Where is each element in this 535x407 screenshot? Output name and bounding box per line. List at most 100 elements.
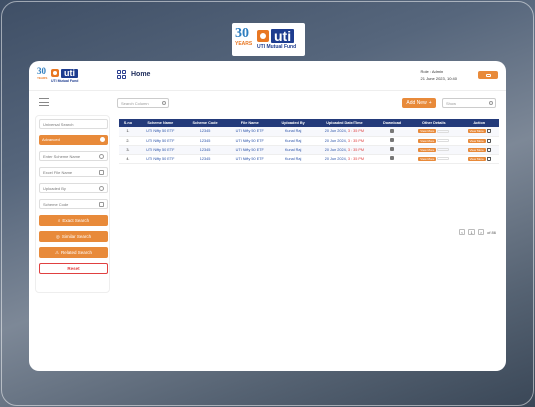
next-page-button[interactable]: > — [478, 229, 485, 235]
cell-sno: 2. — [126, 138, 130, 143]
cell-uploaded-by: Kunal Raj — [284, 138, 302, 143]
nav-home[interactable]: Home — [117, 70, 150, 79]
app-window: 30 YEARS uti UTI Mutual Fund Home Role :… — [29, 61, 506, 371]
uti-subtitle: UTI Mutual Fund — [257, 44, 297, 50]
pagination: < 1 > of 86 — [459, 229, 496, 235]
related-search-label: Related Search — [61, 250, 93, 255]
edit-icon[interactable] — [486, 156, 491, 161]
page-count-label: of 86 — [487, 229, 496, 235]
cell-scheme-name[interactable]: UTI Nifty 50 ETF — [137, 154, 184, 163]
cell-sno: 4. — [126, 156, 130, 161]
search-icon — [99, 154, 104, 159]
cell-file-name[interactable]: UTI Nifty 50 ETF — [226, 154, 273, 163]
cell-scheme-name[interactable]: UTI Nifty 50 ETF — [137, 127, 184, 136]
excel-file-name-input[interactable]: Excel File Name — [39, 167, 108, 177]
download-icon[interactable] — [390, 147, 395, 151]
cell-file-name[interactable]: UTI Nifty 50 ETF — [226, 136, 273, 145]
other-details-field — [437, 148, 450, 151]
cell-scheme-name[interactable]: UTI Nifty 50 ETF — [137, 145, 184, 154]
cell-other-details: View More — [408, 127, 459, 136]
scheme-name-placeholder: Enter Scheme Name — [43, 154, 81, 159]
action-button[interactable]: View More — [467, 138, 486, 143]
time-text: 3 : 35 PM — [347, 147, 365, 152]
uti-subtitle: UTI Mutual Fund — [51, 78, 79, 83]
exact-search-label: Exact Search — [62, 218, 90, 223]
cell-uploaded-date: 20 Jun 2024, 3 : 35 PM — [313, 127, 376, 136]
chevron-right-icon: > — [479, 229, 483, 235]
download-icon[interactable] — [390, 156, 395, 160]
uti-wordmark: uti — [61, 68, 78, 78]
role-label: Role : Admin — [420, 69, 444, 74]
anniversary-badge: 30 YEARS — [235, 26, 254, 53]
add-new-button[interactable]: Add New + — [402, 98, 436, 108]
logout-button[interactable] — [478, 71, 498, 79]
grid-icon — [117, 70, 126, 79]
cell-action: View More — [459, 154, 499, 163]
cell-file-name[interactable]: UTI Nifty 50 ETF — [226, 127, 273, 136]
download-icon[interactable] — [390, 128, 395, 133]
download-icon[interactable] — [390, 138, 395, 142]
scheme-code-placeholder: Scheme Code — [43, 202, 69, 207]
uploaded-by-input[interactable]: Uploaded By — [39, 183, 108, 193]
action-button[interactable]: View More — [467, 147, 486, 152]
exact-search-button[interactable]: ⌕ Exact Search — [39, 215, 108, 226]
col-uploaded-date: Uploaded Date/Time — [326, 121, 363, 125]
other-details-button[interactable]: View More — [418, 138, 437, 143]
scheme-name-input[interactable]: Enter Scheme Name — [39, 151, 108, 161]
cell-uploaded-date: 20 Jun 2024, 3 : 35 PM — [313, 145, 376, 154]
menu-icon[interactable] — [39, 98, 49, 106]
time-text: 3 : 35 PM — [347, 156, 365, 161]
cell-uploaded-by: Kunal Raj — [284, 147, 302, 152]
related-search-button[interactable]: ⚠ Related Search — [39, 247, 108, 258]
cell-scheme-code[interactable]: 12345 — [184, 127, 226, 136]
cell-other-details: View More — [408, 154, 459, 163]
col-scheme-name: Scheme Name — [147, 121, 174, 125]
reset-button[interactable]: Reset — [39, 263, 108, 274]
reset-label: Reset — [67, 266, 80, 271]
cell-file-name[interactable]: UTI Nifty 50 ETF — [226, 145, 273, 154]
uti-emblem-icon — [257, 30, 269, 42]
other-details-button[interactable]: View More — [418, 147, 437, 152]
app-header: 30 YEARS uti UTI Mutual Fund Home Role :… — [29, 61, 506, 91]
action-button[interactable]: View More — [467, 156, 486, 161]
search-column-select[interactable]: Search Column — [117, 98, 169, 108]
table-row: 2. UTI Nifty 50 ETF 12345 UTI Nifty 50 E… — [119, 136, 499, 145]
other-details-button[interactable]: View More — [418, 156, 437, 161]
date-text: 20 Jun 2024, — [324, 156, 347, 161]
col-file-name: File Name — [240, 121, 259, 125]
action-button[interactable]: View More — [467, 129, 486, 134]
date-text: 20 Jun 2024, — [324, 129, 347, 134]
cell-uploaded-date: 20 Jun 2024, 3 : 35 PM — [313, 136, 376, 145]
toolbar: Search Column Add New + Show — [29, 95, 506, 111]
years-word: YEARS — [37, 76, 48, 80]
add-new-label: Add New — [406, 100, 427, 106]
scheme-code-input[interactable]: Scheme Code — [39, 199, 108, 209]
date-text: 20 Jun 2024, — [324, 147, 347, 152]
advanced-toggle[interactable]: Advanced — [39, 135, 108, 145]
user-role-info: Role : Admin 21 June 2023, 10:40 — [421, 69, 457, 81]
uti-wordmark: uti — [271, 29, 295, 43]
cell-scheme-code[interactable]: 12345 — [184, 136, 226, 145]
similar-icon: ◎ — [55, 233, 60, 239]
other-details-button[interactable]: View More — [418, 129, 437, 134]
cell-scheme-name[interactable]: UTI Nifty 50 ETF — [137, 136, 184, 145]
time-text: 3 : 35 PM — [347, 129, 365, 134]
cell-download — [376, 145, 408, 154]
universal-search-input[interactable]: Universal Search — [39, 119, 108, 129]
advanced-label: Advanced — [42, 137, 60, 142]
anniversary-badge: 30 YEARS — [37, 67, 49, 84]
edit-icon[interactable] — [486, 138, 491, 143]
header-brand-logo[interactable]: 30 YEARS uti UTI Mutual Fund — [37, 67, 117, 84]
page-number-input[interactable]: 1 — [468, 229, 476, 235]
info-icon — [100, 137, 105, 142]
nav-home-label: Home — [131, 71, 151, 78]
results-table: S.no Scheme Name Scheme Code File Name U… — [119, 119, 499, 164]
cell-scheme-code[interactable]: 12345 — [184, 145, 226, 154]
similar-search-button[interactable]: ◎ Similar Search — [39, 231, 108, 242]
edit-icon[interactable] — [486, 147, 491, 152]
show-select[interactable]: Show — [442, 98, 496, 108]
prev-page-button[interactable]: < — [459, 229, 466, 235]
cell-scheme-code[interactable]: 12345 — [184, 154, 226, 163]
edit-icon[interactable] — [486, 129, 491, 134]
col-sno[interactable]: S.no — [119, 119, 137, 127]
